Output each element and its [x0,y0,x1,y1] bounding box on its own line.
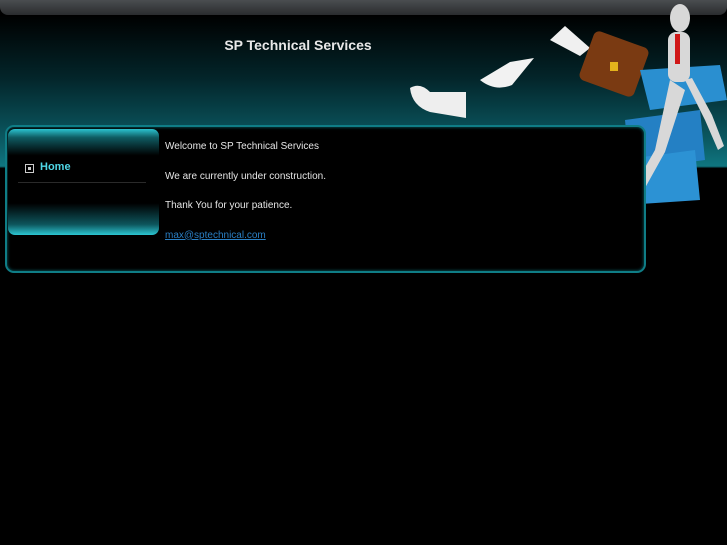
email-link[interactable]: max@sptechnical.com [165,230,266,241]
welcome-text: Welcome to SP Technical Services [165,141,319,152]
menu-item-home[interactable]: Home [25,161,71,173]
briefcase-icon [579,31,649,97]
paper-icon [550,26,590,56]
main-content: Welcome to SP Technical Services We are … [165,141,326,259]
bullet-square-icon [25,163,34,173]
menu-divider [18,182,146,183]
thanks-text: Thank You for your patience. [165,200,293,211]
status-text: We are currently under construction. [165,170,327,182]
menu-item-label: Home [40,161,71,173]
paper-icon [480,58,534,88]
paper-icon [410,85,466,118]
